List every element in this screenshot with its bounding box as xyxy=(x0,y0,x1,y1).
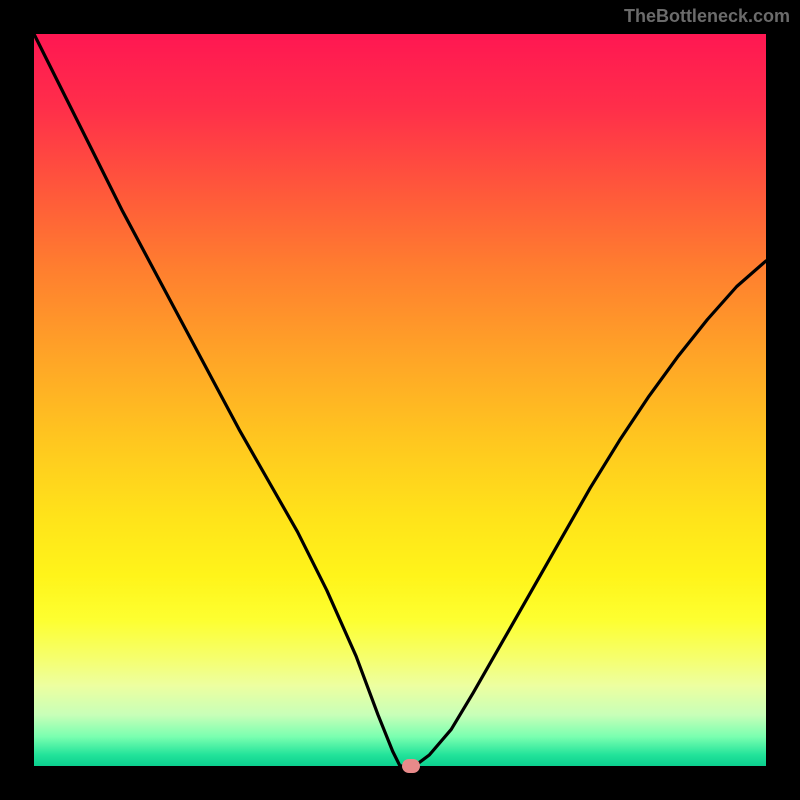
bottleneck-curve xyxy=(34,34,766,766)
chart-frame: TheBottleneck.com xyxy=(0,0,800,800)
watermark-text: TheBottleneck.com xyxy=(624,6,790,27)
plot-area xyxy=(34,34,766,766)
optimum-marker xyxy=(402,759,420,773)
